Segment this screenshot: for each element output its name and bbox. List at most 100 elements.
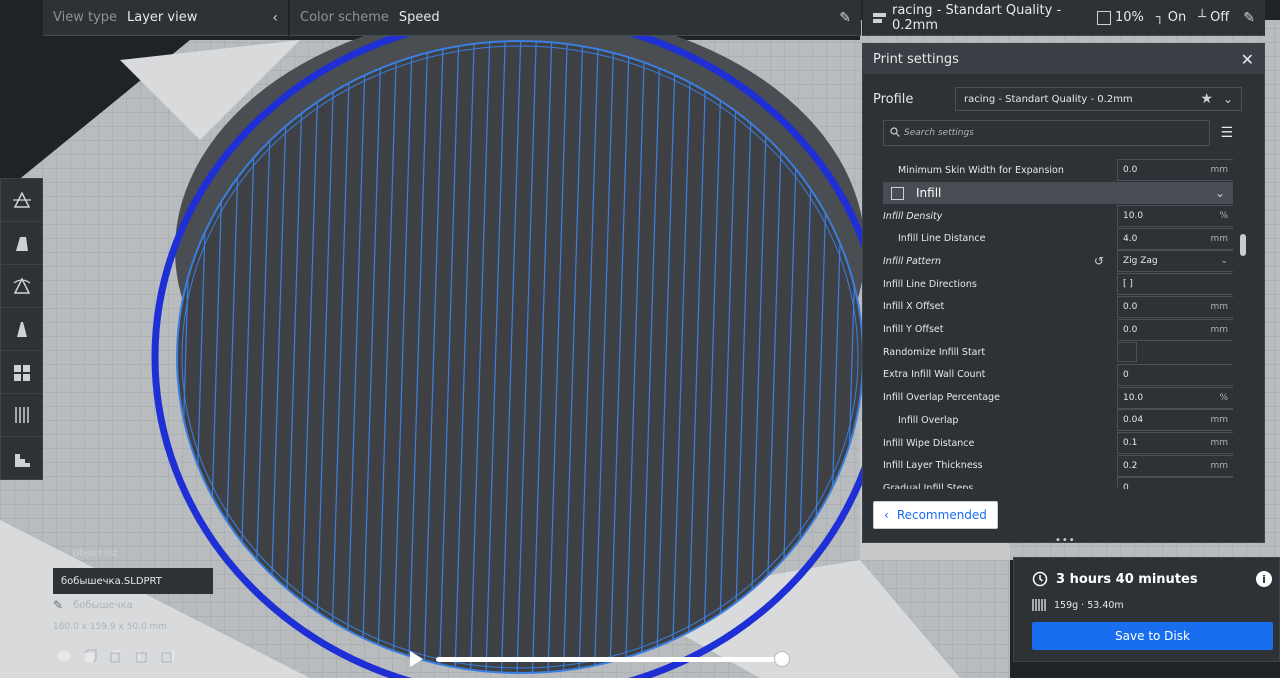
setting-unit: mm: [1210, 415, 1228, 426]
search-icon: [890, 126, 900, 140]
setting-field[interactable]: 0.0 mm: [1117, 159, 1233, 181]
move-tool-button[interactable]: [1, 179, 42, 222]
info-icon[interactable]: i: [1256, 571, 1272, 587]
print-estimate-panel: 3 hours 40 minutes i 159g · 53.40m Save …: [1013, 557, 1280, 662]
per-model-settings-button[interactable]: [1, 351, 42, 394]
profile-dropdown[interactable]: racing - Standart Quality - 0.2mm ★ ⌄: [955, 87, 1242, 111]
close-icon[interactable]: ✕: [1241, 50, 1254, 69]
setting-field[interactable]: 0: [1117, 477, 1233, 489]
setting-value: 0.0: [1123, 301, 1138, 312]
chevron-down-icon: ⌄: [57, 549, 65, 559]
setting-row: Extra Infill Wall Count 0: [883, 363, 1233, 386]
setting-row: Infill Line Directions [ ]: [883, 273, 1233, 296]
pencil-icon[interactable]: ✎: [839, 10, 851, 26]
adhesion-summary: ┴ Off: [1198, 10, 1229, 25]
setting-value: 0: [1123, 483, 1129, 489]
3d-view-icon[interactable]: [57, 648, 71, 662]
setting-unit: mm: [1210, 165, 1228, 175]
category-infill[interactable]: Infill ⌄: [883, 182, 1233, 204]
setting-row: Infill Overlap 0.04 mm: [883, 409, 1233, 432]
setting-field[interactable]: 0.04 mm: [1117, 409, 1233, 432]
resize-handle[interactable]: •••: [1055, 535, 1076, 546]
infill-value: 10%: [1115, 10, 1144, 25]
panel-title: Print settings: [873, 51, 959, 67]
right-view-icon[interactable]: [161, 648, 175, 663]
setting-field[interactable]: 0.2 mm: [1117, 454, 1233, 477]
layer-slider-handle[interactable]: [774, 651, 790, 667]
chevron-down-icon: ⌄: [1220, 256, 1228, 267]
setting-field[interactable]: 4.0 mm: [1117, 227, 1233, 250]
setting-row: Infill Wipe Distance 0.1 mm: [883, 432, 1233, 454]
list-item[interactable]: бобышечка.SLDPRT: [53, 568, 213, 594]
setting-name: Infill Overlap: [898, 414, 959, 426]
front-view-icon[interactable]: [83, 648, 97, 663]
star-icon[interactable]: ★: [1200, 91, 1213, 107]
menu-icon[interactable]: ☰: [1220, 125, 1233, 141]
setting-field[interactable]: 0.0 mm: [1117, 295, 1233, 318]
mirror-icon: [16, 322, 27, 337]
setting-checkbox[interactable]: [1117, 342, 1137, 363]
profile-label: Profile: [873, 91, 914, 107]
setting-dropdown[interactable]: Zig Zag ⌄: [1117, 250, 1233, 273]
rotate-icon: [13, 277, 30, 294]
view-type-selector[interactable]: View type Layer view ‹: [43, 0, 288, 36]
object-name: бобышечка: [73, 599, 133, 611]
scrollbar[interactable]: [1240, 234, 1246, 256]
move-icon: [12, 191, 31, 208]
setting-field[interactable]: [ ]: [1117, 273, 1233, 296]
adhesion-value: Off: [1210, 10, 1230, 25]
play-icon[interactable]: [408, 650, 424, 668]
setting-field[interactable]: 0: [1117, 363, 1233, 386]
pencil-icon[interactable]: ✎: [1243, 10, 1255, 26]
object-name-row: ✎ бобышечка: [53, 598, 133, 612]
setting-unit: mm: [1210, 460, 1228, 471]
setting-name: Infill Y Offset: [883, 324, 944, 335]
setting-field[interactable]: 0.1 mm: [1117, 432, 1233, 454]
setting-name: Infill X Offset: [883, 301, 945, 313]
view-type-value: Layer view: [127, 10, 198, 25]
top-view-icon[interactable]: [109, 648, 123, 663]
setting-row: Gradual Infill Steps 0: [883, 477, 1233, 489]
object-list: ⌄ Object list бобышечка.SLDPRT: [53, 546, 233, 594]
support-value: On: [1167, 10, 1187, 25]
color-scheme-selector[interactable]: Color scheme Speed ✎: [289, 0, 861, 36]
settings-list[interactable]: Minimum Skin Width for Expansion 0.0 mm …: [883, 159, 1233, 489]
setting-row: Infill X Offset 0.0 mm: [883, 295, 1233, 318]
setting-name: Infill Overlap Percentage: [883, 392, 1000, 404]
setting-unit: mm: [1210, 301, 1228, 312]
scale-tool-button[interactable]: [1, 222, 42, 265]
support-blocker-button[interactable]: [1, 394, 42, 437]
setting-name: Infill Layer Thickness: [883, 460, 983, 472]
rotate-tool-button[interactable]: [1, 265, 42, 308]
left-view-icon[interactable]: [135, 648, 149, 663]
setting-field[interactable]: 0.0 mm: [1117, 318, 1233, 341]
print-time-value: 3 hours 40 minutes: [1056, 571, 1198, 587]
profile-name: racing - Standart Quality - 0.2mm: [892, 2, 1062, 33]
setting-unit: mm: [1210, 324, 1228, 335]
object-list-toggle[interactable]: ⌄ Object list: [53, 546, 233, 562]
layer-slider-track[interactable]: [436, 657, 784, 662]
material-usage: 159g · 53.40m: [1032, 598, 1124, 612]
print-setup-selector[interactable]: racing - Standart Quality - 0.2mm 10% ┐ …: [862, 0, 1265, 36]
left-toolbar: [0, 178, 43, 480]
layer-tool-button[interactable]: [1, 437, 42, 480]
save-to-disk-button[interactable]: Save to Disk: [1032, 622, 1273, 650]
setting-unit: %: [1219, 211, 1228, 221]
setting-name: Minimum Skin Width for Expansion: [898, 164, 1064, 176]
search-input[interactable]: Search settings: [883, 120, 1211, 146]
setting-field[interactable]: 10.0%: [1117, 386, 1233, 409]
reset-icon[interactable]: ↺: [1094, 254, 1104, 268]
spool-icon: [1032, 599, 1046, 611]
infill-icon: [1097, 10, 1112, 25]
setting-row: Infill Overlap Percentage 10.0%: [883, 386, 1233, 409]
setting-field[interactable]: 10.0%: [1117, 205, 1233, 227]
material-value: 159g · 53.40m: [1054, 599, 1124, 611]
chevron-down-icon: ⌄: [1214, 186, 1225, 200]
infill-summary: 10%: [1097, 10, 1144, 25]
view-type-label: View type: [53, 10, 118, 25]
mirror-tool-button[interactable]: [1, 308, 42, 351]
chevron-left-icon[interactable]: ‹: [272, 10, 278, 26]
setting-row: Infill Density 10.0%: [883, 205, 1233, 227]
recommended-button[interactable]: ‹ Recommended: [873, 501, 998, 529]
setting-value: 0.04: [1123, 415, 1144, 426]
